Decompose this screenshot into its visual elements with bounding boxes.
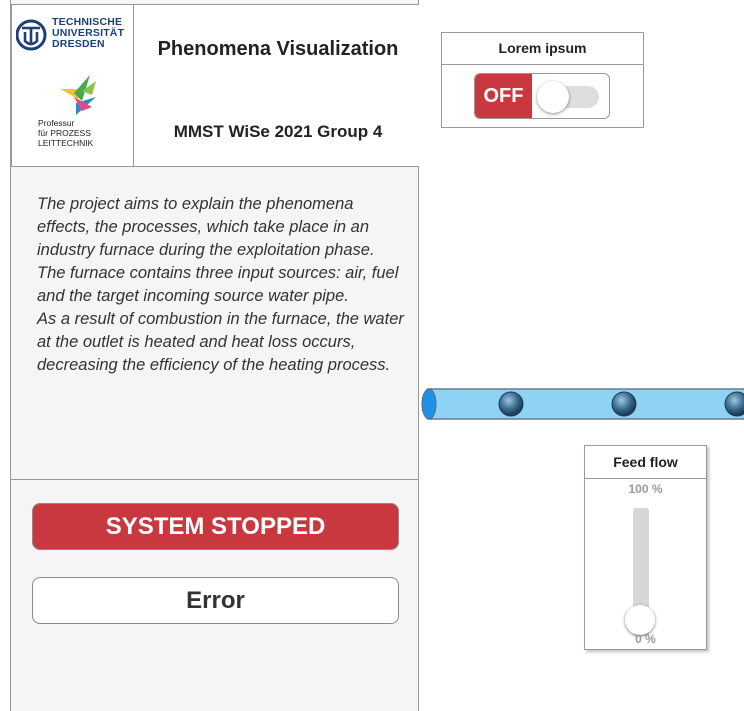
flow-ball-icon bbox=[611, 391, 637, 417]
description-paragraph: The project aims to explain the phenomen… bbox=[37, 195, 375, 259]
toggle-knob[interactable] bbox=[537, 81, 569, 113]
logo-area: TECHNISCHE UNIVERSITÄT DRESDEN Professur… bbox=[12, 5, 134, 166]
description-text: The project aims to explain the phenomen… bbox=[37, 193, 405, 377]
feed-flow-max-label: 100 % bbox=[628, 482, 663, 496]
description-paragraph: The furnace contains three input sources… bbox=[37, 264, 399, 305]
plt-logo-icon bbox=[60, 75, 96, 115]
tud-logo-text: TECHNISCHE UNIVERSITÄT DRESDEN bbox=[52, 16, 125, 50]
toggle-title: Lorem ipsum bbox=[442, 33, 643, 65]
flow-ball-icon bbox=[724, 391, 744, 417]
toggle-card: Lorem ipsum OFF bbox=[441, 32, 644, 128]
on-off-toggle[interactable]: OFF bbox=[474, 73, 610, 119]
header: TECHNISCHE UNIVERSITÄT DRESDEN Professur… bbox=[11, 4, 419, 167]
page-subtitle: MMST WiSe 2021 Group 4 bbox=[173, 122, 383, 141]
feed-flow-title: Feed flow bbox=[585, 446, 706, 479]
description-paragraph: As a result of combustion in the furnace… bbox=[37, 310, 404, 374]
feed-flow-min-label: 0 % bbox=[635, 632, 656, 646]
system-status-button[interactable]: SYSTEM STOPPED bbox=[32, 503, 399, 550]
error-button[interactable]: Error bbox=[32, 577, 399, 624]
toggle-state-label: OFF bbox=[475, 74, 532, 118]
water-pipe bbox=[421, 388, 744, 420]
plt-logo-text: Professur für PROZESS LEITTECHNIK bbox=[38, 118, 94, 148]
description-panel: The project aims to explain the phenomen… bbox=[11, 166, 419, 480]
feed-flow-card: Feed flow 100 % 0 % bbox=[584, 445, 707, 650]
flow-ball-icon bbox=[498, 391, 524, 417]
left-panel: TECHNISCHE UNIVERSITÄT DRESDEN Professur… bbox=[10, 0, 419, 711]
feed-flow-slider-thumb[interactable] bbox=[625, 605, 655, 635]
page-title: Phenomena Visualization bbox=[157, 38, 399, 60]
